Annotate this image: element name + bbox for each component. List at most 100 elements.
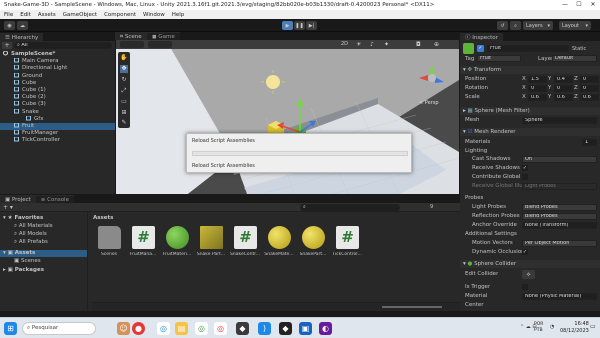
additional-settings-label[interactable]: Additional Settings — [465, 231, 517, 238]
asset-folder-icon[interactable] — [98, 226, 121, 249]
reflection-probes-dropdown[interactable]: Blend Probes — [522, 213, 597, 220]
custom-tool-icon[interactable]: ✎ — [120, 119, 128, 127]
contribute-gi-checkbox[interactable] — [522, 174, 528, 180]
favorite-all-models[interactable]: ⌕ All Models — [14, 231, 47, 238]
rotate-tool-icon[interactable]: ↻ — [120, 76, 128, 84]
persp-label[interactable]: < Persp — [419, 100, 439, 106]
menu-edit[interactable]: Edit — [20, 12, 31, 18]
tab-game[interactable]: ◼ Game — [147, 32, 180, 40]
sphere-collider-header[interactable]: ▾ ● Sphere Collider — [460, 260, 600, 268]
receive-shadows-checkbox[interactable]: ✓ — [522, 165, 528, 171]
rect-tool-icon[interactable]: ▭ — [120, 98, 128, 106]
hierarchy-item[interactable]: TickController — [0, 137, 115, 144]
hierarchy-item[interactable]: Snake — [0, 108, 115, 116]
transform-x-field[interactable]: 1.5 — [528, 76, 547, 83]
tree-packages[interactable]: ▸ ▣ Packages — [3, 267, 44, 274]
pause-button[interactable]: ❚❚ — [294, 21, 305, 30]
hierarchy-item[interactable]: Main Camera — [0, 58, 115, 65]
anchor-override-field[interactable]: None (Transform) — [522, 222, 597, 229]
mesh-renderer-header[interactable]: ▾ ☑ Mesh Renderer — [460, 128, 600, 136]
unity-hub-icon[interactable]: ◆ — [236, 322, 249, 335]
clock[interactable]: 16:48 08/12/2023 — [560, 321, 589, 335]
mesh-filter-header[interactable]: ▸ ▦ Sphere (Mesh Filter) — [460, 107, 600, 115]
materials-count[interactable]: 1 — [582, 139, 597, 146]
play-button[interactable]: ▶ — [282, 21, 293, 30]
hierarchy-item[interactable]: SampleScene* — [0, 51, 115, 58]
vscode-icon[interactable]: ⟩ — [258, 322, 271, 335]
asset-olive-cube-icon[interactable] — [200, 226, 223, 249]
tab-scene[interactable]: ⌗ Scene — [115, 32, 147, 40]
hierarchy-item[interactable]: Cube (2) — [0, 94, 115, 101]
hierarchy-item[interactable]: Cube (3) — [0, 101, 115, 108]
layout-dropdown[interactable]: Layout ▾ — [559, 21, 591, 30]
step-button[interactable]: ▶| — [306, 21, 317, 30]
zoom-slider[interactable] — [382, 306, 442, 308]
gizmo-space-dropdown[interactable] — [148, 41, 172, 48]
hierarchy-search-input[interactable]: ⌕ All — [14, 42, 112, 49]
2d-toggle[interactable]: 2D — [341, 41, 351, 48]
asset-yellow-sphere-icon[interactable] — [302, 226, 325, 249]
light-probes-dropdown[interactable]: Blend Probes — [522, 204, 597, 211]
assets-breadcrumb[interactable]: Assets — [93, 215, 113, 221]
unity-editor-icon[interactable]: ◆ — [279, 322, 292, 335]
favorite-all-materials[interactable]: ⌕ All Materials — [14, 223, 53, 230]
asset-script-icon[interactable]: # — [234, 226, 257, 249]
menu-assets[interactable]: Assets — [38, 12, 56, 18]
network-icon[interactable]: ◔ — [550, 324, 554, 330]
lighting-label[interactable]: Lighting — [465, 148, 487, 155]
windows-start-icon[interactable]: ⊞ — [4, 322, 17, 335]
favorite-all-prefabs[interactable]: ⌕ All Prefabs — [14, 239, 48, 246]
edit-collider-button[interactable]: ⟡ — [522, 270, 535, 279]
asset-script-icon[interactable]: # — [132, 226, 155, 249]
tab-inspector[interactable]: ⓘ Inspector — [460, 33, 503, 41]
tab-console[interactable]: ≡ Console — [35, 195, 74, 203]
hierarchy-item[interactable]: Fruit — [0, 123, 115, 130]
transform-z-field[interactable]: 0 — [580, 76, 599, 83]
store-icon[interactable]: ▣ — [299, 322, 312, 335]
move-tool-icon[interactable]: ✥ — [120, 65, 128, 73]
language-indicator[interactable]: POR PTB — [534, 322, 543, 334]
game-character-icon[interactable]: ☺ — [117, 322, 130, 335]
hierarchy-item[interactable]: Gfx — [0, 115, 115, 123]
taskbar-search[interactable]: ⌕ Pesquisar — [22, 322, 96, 335]
add-asset-button[interactable]: + ▾ — [3, 204, 13, 211]
transform-z-field[interactable]: 0.6 — [580, 94, 599, 101]
camera-icon[interactable]: ◘ — [416, 41, 426, 48]
transform-x-field[interactable]: 0.6 — [528, 94, 547, 101]
cloud-icon[interactable]: ☁ — [17, 21, 28, 30]
transform-z-field[interactable]: 0 — [580, 85, 599, 92]
menu-file[interactable]: File — [4, 12, 13, 18]
record-icon[interactable]: ● — [132, 322, 145, 335]
materials-label[interactable]: Materials — [465, 139, 490, 146]
hierarchy-item[interactable]: Ground — [0, 72, 115, 80]
dynamic-occlusion-checkbox[interactable]: ✓ — [522, 249, 528, 255]
menu-help[interactable]: Help — [172, 12, 185, 18]
transform-x-field[interactable]: 0 — [528, 85, 547, 92]
asset-yellow-sphere-icon[interactable] — [268, 226, 291, 249]
probes-label[interactable]: Probes — [465, 195, 483, 202]
lighting-icon[interactable]: ☀ — [356, 41, 366, 48]
chrome-profile-icon[interactable]: ◎ — [195, 322, 208, 335]
tag-dropdown[interactable]: Fruit — [477, 55, 521, 62]
hierarchy-item[interactable]: Cube (1) — [0, 87, 115, 94]
tree-assets[interactable]: ▾ ▣ Assets — [0, 250, 87, 257]
explorer-icon[interactable]: ▤ — [175, 322, 188, 335]
tree-scenes[interactable]: ▣ Scenes — [14, 258, 41, 265]
object-name-field[interactable]: Fruit — [487, 45, 569, 52]
scale-tool-icon[interactable]: ⤢ — [120, 87, 128, 95]
gizmos-icon[interactable]: ⊕ — [434, 41, 444, 48]
minimize-button[interactable]: — — [558, 0, 572, 10]
favorites-label[interactable]: ▾ ★ Favorites — [3, 215, 43, 222]
motion-vectors-dropdown[interactable]: Per Object Motion — [522, 240, 597, 247]
close-button[interactable]: ✕ — [586, 0, 600, 10]
layer-dropdown[interactable]: Default — [552, 55, 597, 62]
chrome-icon[interactable]: ◎ — [157, 322, 170, 335]
chrome-alt-icon[interactable]: ◎ — [214, 322, 227, 335]
transform-y-field[interactable]: 0.6 — [554, 94, 573, 101]
collider-material-field[interactable]: None (Physic Material) — [522, 293, 597, 300]
static-label[interactable]: Static — [572, 46, 586, 52]
transform-tool-icon[interactable]: ⊞ — [120, 109, 128, 117]
transform-y-field[interactable]: 0 — [554, 85, 573, 92]
project-search-input[interactable]: ⌕ — [300, 204, 400, 211]
active-checkbox[interactable]: ✓ — [477, 45, 484, 52]
